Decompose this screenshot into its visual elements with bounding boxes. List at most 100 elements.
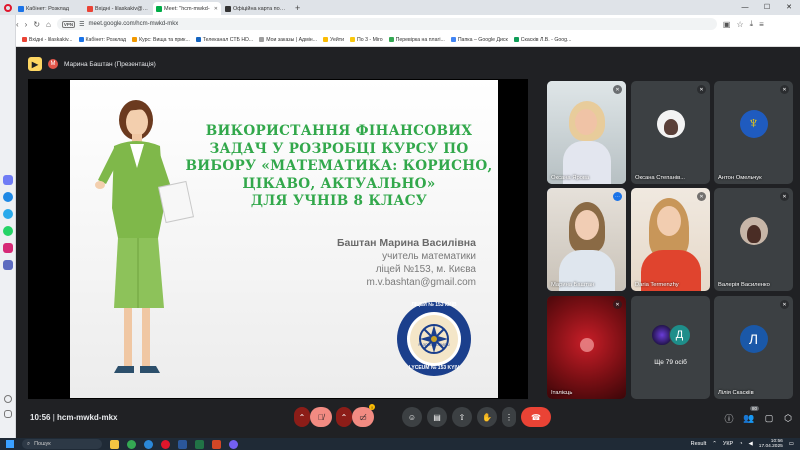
tab-2-active[interactable]: Meet: "hcm-mwkd- ✕ — [153, 2, 221, 15]
emoji-button[interactable]: ☺ — [402, 407, 422, 427]
presentation-icon[interactable]: ▶ — [28, 57, 42, 71]
bookmark-favicon-icon — [78, 37, 84, 42]
bookmark-item[interactable]: Перевірка на плагі... — [388, 37, 445, 43]
camera-toggle-button[interactable]: ▭̸! — [352, 404, 375, 427]
tab-favicon-icon — [18, 5, 24, 12]
wifi-icon[interactable]: ◔ — [739, 441, 742, 447]
activities-button[interactable]: ⬡ — [781, 411, 795, 425]
file-explorer-icon[interactable] — [110, 439, 119, 449]
present-button[interactable]: ⇧ — [452, 407, 472, 427]
participant-tile[interactable]: Л ✕ Лілія Скаскіів — [714, 296, 793, 399]
bookmark-favicon-icon — [132, 37, 138, 42]
bookmark-item[interactable]: Мои заказы | Адмін... — [259, 37, 317, 43]
settings-icon[interactable] — [4, 410, 12, 418]
participant-tile[interactable]: ✕ Оксана Ярова — [547, 81, 626, 184]
windows-start-icon[interactable] — [6, 440, 14, 448]
url-text[interactable]: meet.google.com/hcm-mwkd-mkx — [89, 21, 179, 27]
participant-tile[interactable]: ✕ Валерія Василенко — [714, 188, 793, 291]
slide-title: ВИКОРИСТАННЯ ФІНАНСОВИХ ЗАДАЧ У РОЗРОБЦІ… — [185, 123, 493, 209]
system-tray: Result ⌃ УКР ◔ ◀ 10:56 17.04.2025 ▭ — [691, 439, 800, 450]
raise-hand-button[interactable]: ✋ — [477, 407, 497, 427]
maximize-button[interactable]: ☐ — [756, 0, 778, 15]
more-participants-tile[interactable]: Д Ще 79 осіб — [631, 296, 710, 399]
participant-name: Лілія Скаскіів — [718, 390, 754, 396]
chrome-icon[interactable] — [127, 439, 136, 449]
meeting-details-button[interactable]: ⓘ — [722, 411, 736, 425]
site-info-icon[interactable]: ☰ — [79, 21, 84, 28]
browser-toolbar: ‹ › ↻ ⌂ VPN ☰ meet.google.com/hcm-mwkd-m… — [0, 15, 800, 33]
people-button[interactable]: 👥 80 — [742, 406, 759, 425]
bookmark-item[interactable]: Папка – Google Диск — [450, 37, 508, 43]
participant-tile-active-speaker[interactable]: ⋯ Марина Баштан — [547, 188, 626, 291]
mic-off-icon: 🎙̸ — [318, 412, 324, 422]
chat-button[interactable]: ▢ — [762, 411, 776, 425]
video-options-button[interactable]: ⌃ — [336, 407, 352, 427]
participant-name: Валерія Василенко — [718, 282, 770, 288]
audio-options-button[interactable]: ⌃ — [294, 407, 310, 427]
menu-icon[interactable]: ≡ — [759, 20, 764, 29]
bookmark-item[interactable]: Кабінет: Розклад — [78, 37, 126, 43]
home-icon[interactable]: ⌂ — [46, 20, 51, 29]
bookmark-star-icon[interactable]: ☆ — [736, 20, 743, 29]
new-tab-button[interactable]: + — [291, 2, 304, 15]
camera-icon[interactable]: ▣ — [723, 20, 731, 29]
tray-chevron-icon[interactable]: ⌃ — [712, 441, 717, 447]
taskbar-search[interactable]: ⌕ Пошук — [22, 439, 102, 449]
edge-icon[interactable] — [144, 439, 153, 449]
player-icon[interactable] — [3, 260, 13, 270]
chat-icon: ▢ — [764, 412, 774, 423]
powerpoint-icon[interactable] — [212, 439, 221, 449]
back-icon[interactable]: ‹ — [16, 20, 19, 29]
tab-0[interactable]: Кабінет: Розклад — [15, 2, 83, 15]
participant-tile[interactable]: ✕ Італієць — [547, 296, 626, 399]
address-bar[interactable]: VPN ☰ meet.google.com/hcm-mwkd-mkx — [56, 18, 717, 30]
reload-icon[interactable]: ↻ — [33, 20, 40, 29]
mic-toggle-button[interactable]: 🎙̸ — [310, 407, 332, 427]
bookmark-item[interactable]: Курс: Вища та прик... — [132, 37, 190, 43]
word-icon[interactable] — [178, 439, 187, 449]
notifications-icon[interactable]: ▭ — [789, 441, 794, 447]
vpn-badge[interactable]: VPN — [61, 20, 76, 28]
close-window-button[interactable]: ✕ — [778, 0, 800, 15]
more-options-button[interactable]: ⋮ — [502, 407, 516, 427]
windows-taskbar: ⌕ Пошук Result ⌃ УКР ◔ ◀ 10:56 17.04.202… — [0, 438, 800, 450]
bookmark-item[interactable]: Скасків Л.В. - Goog... — [513, 37, 571, 43]
bookmark-favicon-icon — [259, 37, 265, 42]
search-icon: ⌕ — [27, 440, 31, 447]
muted-mic-icon: ✕ — [780, 300, 789, 309]
meeting-info: 10:56 | hcm-mwkd-mkx — [30, 413, 118, 422]
aria-icon[interactable] — [3, 175, 13, 185]
close-tab-icon[interactable]: ✕ — [214, 6, 218, 12]
meeting-time: 10:56 — [30, 413, 51, 422]
bookmark-item[interactable]: По 3 - Miro — [350, 37, 383, 43]
participant-tile[interactable]: ✕ Оксана Степанів... — [631, 81, 710, 184]
tab-3[interactable]: Офіційна карта повітрян — [222, 2, 290, 15]
participant-tile[interactable]: ✕ Daria Termenzhy — [631, 188, 710, 291]
download-icon[interactable]: ⤓ — [750, 19, 754, 29]
history-icon[interactable] — [4, 395, 12, 403]
presentation-slide: ВИКОРИСТАННЯ ФІНАНСОВИХ ЗАДАЧ У РОЗРОБЦІ… — [70, 80, 498, 398]
opera-taskbar-icon[interactable] — [161, 439, 170, 449]
participant-photo — [739, 217, 768, 246]
participant-tile[interactable]: ♆ ✕ Антон Омельчук — [714, 81, 793, 184]
participant-name: Оксана Ярова — [551, 175, 590, 181]
bookmark-item[interactable]: Телеканал СТБ HD... — [195, 37, 253, 43]
telegram-icon[interactable] — [3, 209, 13, 219]
tab-1[interactable]: Вхідні - lilaskakiv@gmail — [84, 2, 152, 15]
volume-icon[interactable]: ◀ — [749, 441, 753, 447]
captions-button[interactable]: ▤ — [427, 407, 447, 427]
bookmark-item[interactable]: Уейти — [323, 37, 344, 43]
minimize-button[interactable]: — — [734, 0, 756, 15]
forward-icon[interactable]: › — [25, 20, 28, 29]
viber-icon[interactable] — [229, 439, 238, 449]
instagram-icon[interactable] — [3, 243, 13, 253]
taskbar-clock[interactable]: 10:56 17.04.2025 — [759, 439, 783, 450]
whatsapp-icon[interactable] — [3, 226, 13, 236]
opera-logo-icon[interactable] — [0, 0, 15, 15]
weather-label[interactable]: Result — [691, 441, 707, 447]
leave-call-button[interactable]: ☎ — [521, 407, 551, 427]
language-indicator[interactable]: УКР — [723, 441, 733, 447]
messenger-icon[interactable] — [3, 192, 13, 202]
excel-icon[interactable] — [195, 439, 204, 449]
bookmark-item[interactable]: Вхідні - lilaskakiv... — [22, 37, 73, 43]
